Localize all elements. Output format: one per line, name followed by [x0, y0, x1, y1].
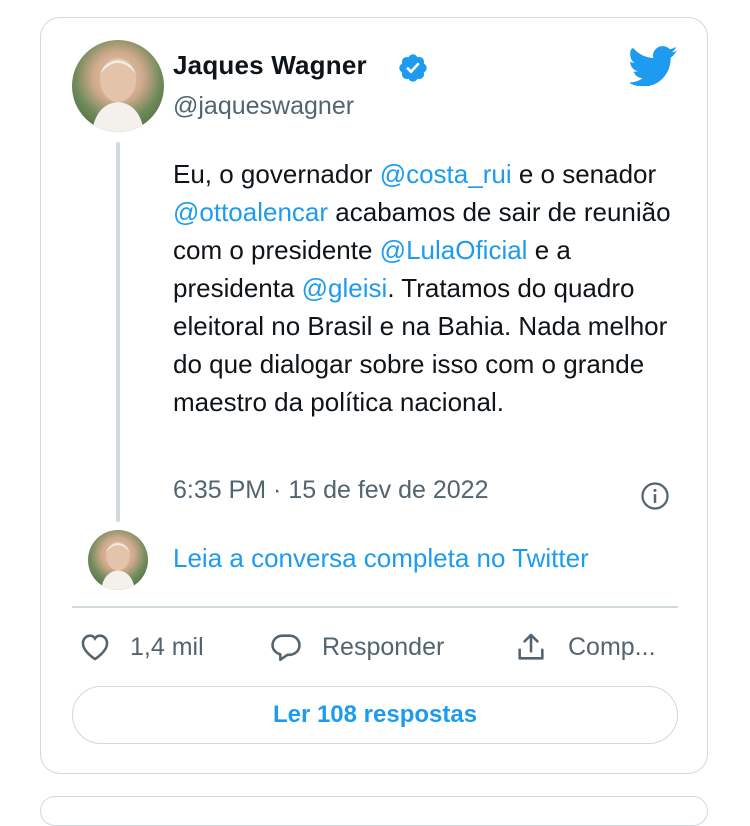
reply-bubble-icon — [271, 634, 301, 662]
read-conversation-link[interactable]: Leia a conversa completa no Twitter — [173, 543, 589, 574]
mention-link[interactable]: @costa_rui — [380, 159, 512, 189]
reply-label: Responder — [322, 632, 445, 661]
mention-link[interactable]: @ottoalencar — [173, 197, 328, 227]
read-replies-button[interactable]: Ler 108 respostas — [72, 686, 678, 744]
twitter-bird-icon[interactable] — [630, 46, 678, 86]
tweet-text-part: e o senador — [511, 159, 657, 189]
author-avatar[interactable] — [72, 40, 164, 132]
divider — [72, 606, 678, 608]
info-icon[interactable] — [640, 481, 670, 511]
author-avatar-small[interactable] — [88, 530, 148, 590]
like-count: 1,4 mil — [130, 632, 204, 661]
like-button[interactable]: 1,4 mil — [78, 630, 204, 664]
reply-button[interactable]: Responder — [268, 630, 444, 664]
tweet-text-part: Eu, o governador — [173, 159, 380, 189]
author-name[interactable]: Jaques Wagner — [173, 50, 367, 81]
tweet-text: Eu, o governador @costa_rui e o senador … — [173, 155, 693, 421]
author-handle[interactable]: @jaqueswagner — [173, 92, 354, 121]
tweet-timestamp[interactable]: 6:35 PM · 15 de fev de 2022 — [173, 476, 489, 505]
mention-link[interactable]: @gleisi — [302, 273, 388, 303]
share-button[interactable]: Comp... — [512, 630, 656, 664]
heart-icon — [81, 634, 109, 661]
mention-link[interactable]: @LulaOficial — [380, 235, 528, 265]
thread-line — [116, 142, 120, 522]
share-label: Comp... — [568, 632, 656, 661]
next-tweet-card — [40, 796, 708, 826]
verified-badge-icon — [399, 54, 427, 82]
share-icon — [518, 633, 544, 660]
